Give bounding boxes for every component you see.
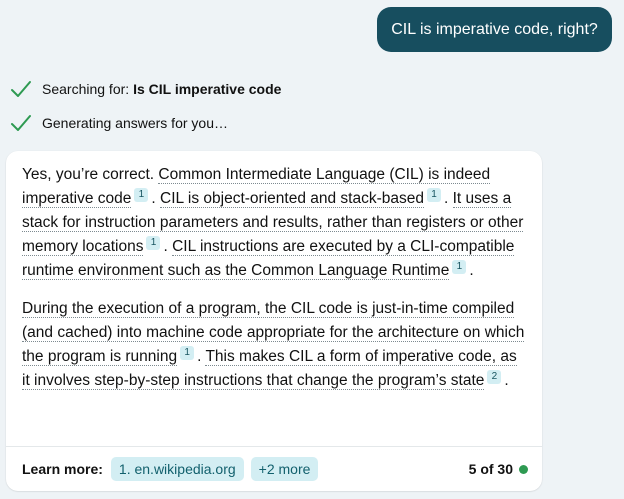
citation-badge[interactable]: 1 [134, 188, 149, 202]
answer-paragraph-1: Yes, you’re correct. Common Intermediate… [22, 163, 526, 283]
learn-more-label: Learn more: [22, 461, 103, 477]
citation-badge[interactable]: 1 [180, 346, 195, 360]
response-count-text: 5 of 30 [468, 461, 513, 477]
user-message-bubble: CIL is imperative code, right? [377, 7, 612, 52]
checkmark-icon [11, 115, 31, 131]
response-counter: 5 of 30 [469, 461, 528, 477]
answer-text: . [504, 372, 509, 389]
generating-text: Generating answers for you… [42, 115, 228, 131]
citation-badge[interactable]: 1 [452, 260, 467, 274]
search-query: Is CIL imperative code [133, 81, 282, 97]
status-searching: Searching for: Is CIL imperative code [9, 77, 281, 101]
citation-badge[interactable]: 2 [487, 370, 502, 384]
answer-card: Yes, you’re correct. Common Intermediate… [6, 151, 542, 491]
answer-text: . [469, 262, 474, 279]
answer-text: . [443, 190, 453, 207]
user-message-text: CIL is imperative code, right? [391, 20, 598, 38]
source-link-wikipedia[interactable]: 1. en.wikipedia.org [110, 457, 244, 481]
cited-sentence[interactable]: CIL is object-oriented and stack-based [160, 190, 424, 208]
citation-badge[interactable]: 1 [426, 188, 441, 202]
answer-text: . [151, 190, 161, 207]
answer-text: . [163, 238, 173, 255]
status-generating: Generating answers for you… [9, 111, 228, 135]
answer-text: Yes, you’re correct. [22, 166, 159, 183]
search-prefix: Searching for: [42, 81, 130, 97]
status-dot-icon [519, 464, 528, 474]
learn-more-bar: Learn more: 1. en.wikipedia.org +2 more … [6, 446, 542, 491]
checkmark-icon [11, 81, 31, 97]
citation-badge[interactable]: 1 [146, 236, 161, 250]
answer-paragraph-2: During the execution of a program, the C… [22, 297, 526, 393]
more-sources-button[interactable]: +2 more [250, 457, 319, 481]
